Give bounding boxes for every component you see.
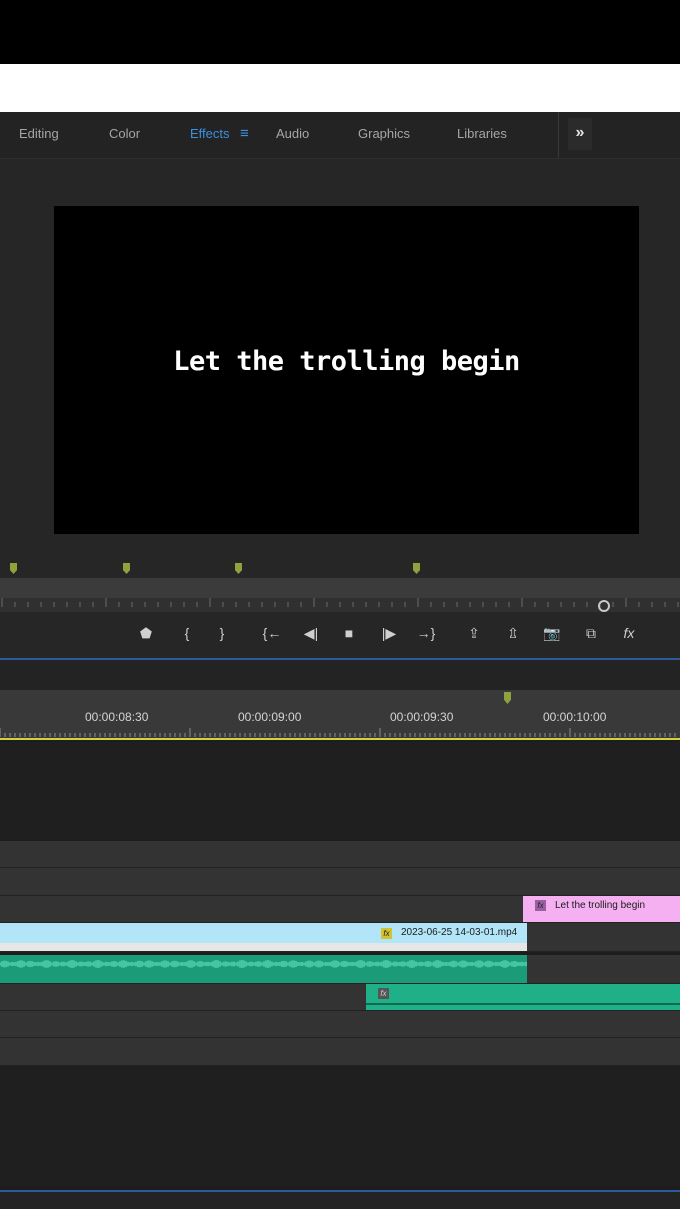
timecode-label: 00:00:10:00 [543, 710, 607, 724]
zoom-handle[interactable] [598, 600, 610, 612]
fx-button[interactable]: fx [617, 622, 641, 644]
track-row[interactable] [0, 868, 680, 896]
video-clip-footer [0, 943, 527, 951]
fx-badge-icon: fx [381, 928, 392, 939]
tab-libraries[interactable]: Libraries [457, 126, 507, 141]
audio-clip[interactable]: fx [366, 984, 680, 1010]
volume-line [366, 1003, 680, 1005]
step-forward-button[interactable]: |▶ [377, 622, 401, 644]
video-clip[interactable]: fx 2023-06-25 14-03-01.mp4 [0, 923, 527, 943]
empty-track-area [0, 1066, 680, 1186]
step-back-button[interactable]: ◀| [299, 622, 323, 644]
fx-badge-icon: fx [378, 988, 389, 999]
mark-out-button[interactable]: } [210, 622, 234, 644]
workspace-menu-icon[interactable]: ≡ [240, 125, 249, 142]
go-to-in-button[interactable]: {← [260, 622, 284, 644]
workspace-bar: Editing Color Effects ≡ Audio Graphics L… [0, 112, 680, 159]
tab-color[interactable]: Color [109, 126, 140, 141]
add-marker-button[interactable]: ⬟ [134, 622, 158, 644]
program-preview-frame[interactable]: Let the trolling begin [54, 206, 639, 534]
comparison-view-button[interactable]: ⧉ [579, 622, 603, 644]
clip-label: Let the trolling begin [555, 900, 646, 911]
empty-track-area [0, 742, 680, 840]
top-black-bar [0, 0, 680, 64]
clip-label: 2023-06-25 14-03-01.mp4 [401, 927, 518, 938]
timeline-ruler[interactable]: 00:00:08:30 00:00:09:00 00:00:09:30 00:0… [0, 690, 680, 738]
tab-effects[interactable]: Effects [190, 126, 230, 141]
monitor-ruler[interactable] [0, 598, 680, 612]
tab-audio[interactable]: Audio [276, 126, 309, 141]
extract-button[interactable]: ⇫ [501, 622, 525, 644]
track-row[interactable] [0, 1011, 680, 1038]
overflow-chevron-icon[interactable]: » [568, 118, 592, 150]
work-area-bar [0, 738, 680, 740]
title-clip[interactable]: fx Let the trolling begin [523, 896, 680, 922]
mark-in-button[interactable]: { [175, 622, 199, 644]
track-row[interactable] [0, 841, 680, 868]
white-bar [0, 64, 680, 112]
lift-button[interactable]: ⇪ [462, 622, 486, 644]
audio-waveform [0, 960, 527, 968]
go-to-out-button[interactable]: →} [414, 622, 438, 644]
timecode-label: 00:00:09:30 [390, 710, 454, 724]
fx-badge-icon: fx [535, 900, 546, 911]
export-frame-button[interactable]: 📷 [540, 622, 564, 644]
track-row[interactable] [0, 1038, 680, 1066]
preview-title-text: Let the trolling begin [173, 346, 520, 377]
timeline-header [0, 660, 680, 690]
tab-editing[interactable]: Editing [19, 126, 59, 141]
audio-clip[interactable] [0, 955, 527, 983]
timecode-label: 00:00:08:30 [85, 710, 149, 724]
bottom-strip [0, 1192, 680, 1209]
stop-button[interactable]: ■ [337, 622, 361, 644]
monitor-scrubber[interactable] [0, 578, 680, 598]
tab-graphics[interactable]: Graphics [358, 126, 410, 141]
ruler-ticks [1, 598, 679, 607]
overflow-separator [558, 112, 559, 158]
timecode-label: 00:00:09:00 [238, 710, 302, 724]
timeline-ticks [0, 728, 676, 737]
